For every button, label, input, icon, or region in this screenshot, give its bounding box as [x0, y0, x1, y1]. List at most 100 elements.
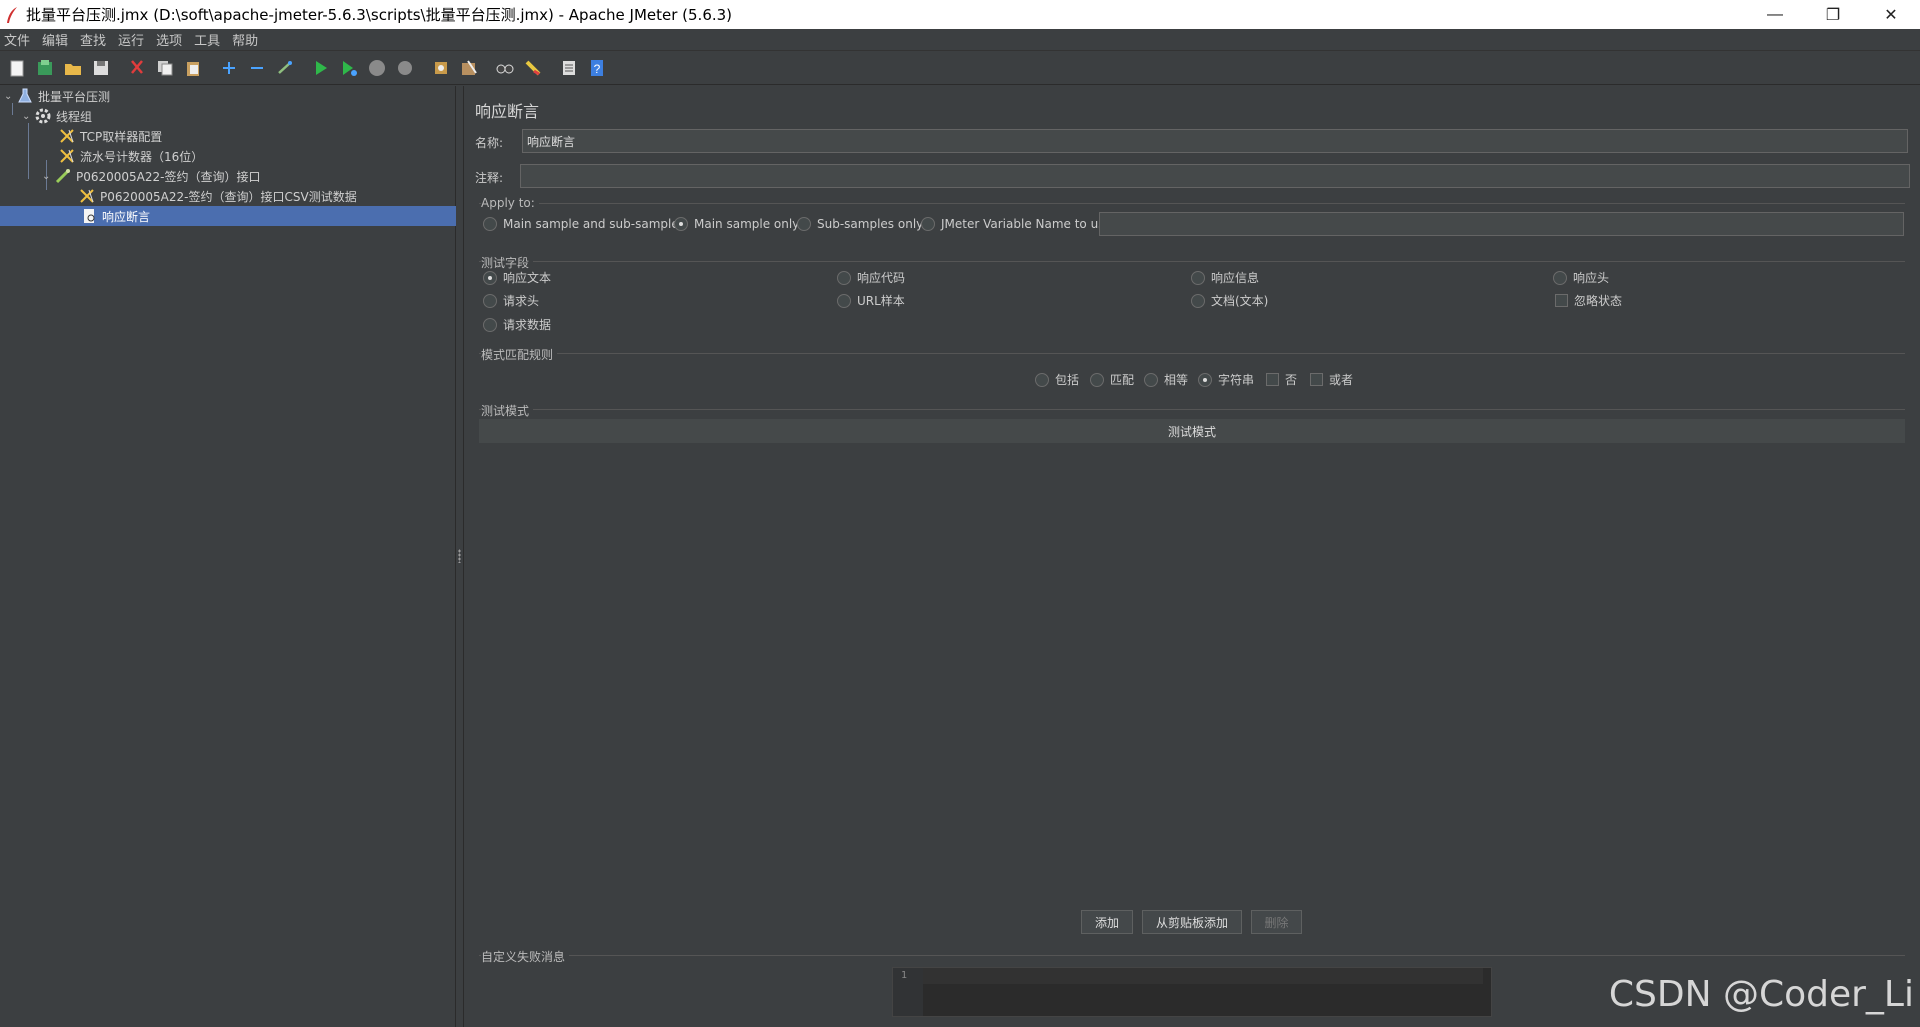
thread-group-icon [34, 107, 52, 125]
apply-to-label: Apply to: [481, 196, 539, 210]
tree-node-label: 线程组 [56, 109, 93, 124]
menu-run[interactable]: 运行 [114, 30, 152, 49]
tree-node-serial-counter[interactable]: 流水号计数器（16位） [58, 146, 203, 166]
window-title: 批量平台压测.jmx (D:\soft\apache-jmeter-5.6.3\… [26, 6, 733, 24]
svg-text:?: ? [594, 62, 601, 76]
menu-file[interactable]: 文件 [0, 30, 38, 49]
variable-name-field[interactable] [1099, 212, 1904, 236]
config-element-icon [78, 187, 96, 205]
menu-search[interactable]: 查找 [76, 30, 114, 49]
radio-response-code[interactable]: 响应代码 [837, 269, 905, 286]
config-element-icon [58, 147, 76, 165]
collapse-toggle-icon[interactable]: ⌄ [42, 171, 54, 182]
name-field[interactable] [522, 129, 1908, 153]
ignore-status-checkbox[interactable]: 忽略状态 [1555, 292, 1622, 309]
collapse-toggle-icon[interactable]: ⌄ [22, 111, 34, 122]
radio-jmeter-variable[interactable]: JMeter Variable Name to use [921, 217, 1112, 231]
radio-request-headers[interactable]: 请求头 [483, 292, 539, 309]
tree-node-label: 响应断言 [102, 209, 151, 224]
config-element-icon [58, 127, 76, 145]
new-icon[interactable] [6, 57, 28, 79]
comment-label: 注释: [475, 171, 504, 185]
patterns-table-header[interactable]: 测试模式 [479, 419, 1905, 443]
minimize-button[interactable]: — [1746, 0, 1804, 29]
tree-node-label: TCP取样器配置 [80, 129, 163, 144]
radio-response-headers[interactable]: 响应头 [1553, 269, 1609, 286]
custom-failure-label: 自定义失败消息 [481, 948, 570, 965]
radio-response-message[interactable]: 响应信息 [1191, 269, 1259, 286]
assertion-icon [80, 207, 98, 225]
not-checkbox[interactable]: 否 [1266, 371, 1297, 388]
radio-matches[interactable]: 匹配 [1090, 371, 1134, 388]
radio-url-sample[interactable]: URL样本 [837, 292, 905, 309]
reset-search-icon[interactable] [522, 57, 544, 79]
add-from-clipboard-button[interactable]: 从剪贴板添加 [1142, 910, 1242, 934]
radio-main-only[interactable]: Main sample only [674, 217, 799, 231]
page-title: 响应断言 [475, 102, 540, 121]
menu-tools[interactable]: 工具 [190, 30, 228, 49]
close-button[interactable]: ✕ [1862, 0, 1920, 29]
tree-node-response-assertion[interactable]: 响应断言 [0, 206, 456, 226]
delete-button[interactable]: 删除 [1251, 910, 1302, 934]
tree-node-sampler[interactable]: ⌄ P0620005A22-签约（查询）接口 [42, 166, 261, 186]
toggle-icon[interactable] [274, 57, 296, 79]
test-patterns-label: 测试模式 [481, 402, 534, 419]
copy-icon[interactable] [154, 57, 176, 79]
shutdown-icon[interactable] [394, 57, 416, 79]
name-label: 名称: [475, 136, 504, 150]
title-bar: 批量平台压测.jmx (D:\soft\apache-jmeter-5.6.3\… [0, 0, 1920, 29]
sampler-icon [54, 167, 72, 185]
collapse-icon[interactable] [246, 57, 268, 79]
radio-request-data[interactable]: 请求数据 [483, 316, 551, 333]
radio-substring[interactable]: 字符串 [1198, 371, 1254, 388]
tree-node-label: P0620005A22-签约（查询）接口 [76, 169, 261, 184]
watermark: CSDN @Coder_Li [1608, 974, 1914, 1015]
clear-all-icon[interactable] [458, 57, 480, 79]
pattern-rules-label: 模式匹配规则 [481, 346, 558, 363]
radio-equals[interactable]: 相等 [1144, 371, 1188, 388]
comment-field[interactable] [520, 164, 1910, 188]
expand-icon[interactable] [218, 57, 240, 79]
editor-current-line [923, 968, 1483, 984]
search-icon[interactable] [494, 57, 516, 79]
save-icon[interactable] [90, 57, 112, 79]
add-button[interactable]: 添加 [1081, 910, 1133, 934]
panel-splitter[interactable] [456, 86, 464, 1027]
test-plan-icon [16, 87, 34, 105]
help-icon[interactable]: ? [586, 57, 608, 79]
paste-icon[interactable] [182, 57, 204, 79]
tree-node-label: 批量平台压测 [38, 89, 111, 104]
toolbar: ? [0, 51, 1920, 85]
test-plan-tree: ⌄ 批量平台压测 ⌄ 线程组 TCP取样器配置 流水号计数器（16位） ⌄ P0… [0, 86, 456, 1027]
splitter-grip-icon [458, 549, 461, 563]
radio-contains[interactable]: 包括 [1035, 371, 1079, 388]
collapse-toggle-icon[interactable]: ⌄ [4, 91, 16, 102]
jmeter-feather-icon [7, 6, 17, 23]
menu-options[interactable]: 选项 [152, 30, 190, 49]
tree-node-test-plan[interactable]: ⌄ 批量平台压测 [4, 86, 110, 106]
open-icon[interactable] [62, 57, 84, 79]
function-helper-icon[interactable] [558, 57, 580, 79]
tree-node-csv-data[interactable]: P0620005A22-签约（查询）接口CSV测试数据 [78, 186, 357, 206]
tree-node-label: 流水号计数器（16位） [80, 149, 204, 164]
maximize-button[interactable]: ❐ [1804, 0, 1862, 29]
start-no-pause-icon[interactable] [338, 57, 360, 79]
line-number-gutter: 1 [893, 968, 923, 1016]
radio-document-text[interactable]: 文档(文本) [1191, 292, 1268, 309]
radio-main-and-sub[interactable]: Main sample and sub-samples [483, 217, 685, 231]
tree-node-tcp-config[interactable]: TCP取样器配置 [58, 126, 162, 146]
patterns-table-body[interactable] [479, 443, 1905, 983]
or-checkbox[interactable]: 或者 [1310, 371, 1353, 388]
tree-node-thread-group[interactable]: ⌄ 线程组 [22, 106, 92, 126]
cut-icon[interactable] [126, 57, 148, 79]
custom-failure-editor[interactable]: 1 [892, 967, 1492, 1017]
radio-sub-only[interactable]: Sub-samples only [797, 217, 923, 231]
stop-icon[interactable] [366, 57, 388, 79]
clear-icon[interactable] [430, 57, 452, 79]
menu-help[interactable]: 帮助 [228, 30, 266, 49]
start-icon[interactable] [310, 57, 332, 79]
tree-node-label: P0620005A22-签约（查询）接口CSV测试数据 [100, 189, 357, 204]
radio-response-text[interactable]: 响应文本 [483, 269, 551, 286]
menu-edit[interactable]: 编辑 [38, 30, 76, 49]
templates-icon[interactable] [34, 57, 56, 79]
